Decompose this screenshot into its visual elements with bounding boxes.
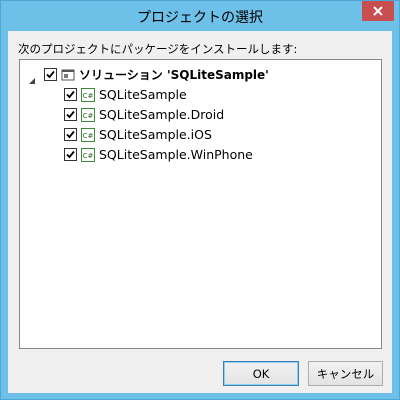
tree-item-project[interactable]: C# SQLiteSample.WinPhone (64, 144, 253, 164)
project-label: SQLiteSample (99, 86, 187, 102)
csharp-project-icon: C# (81, 87, 95, 102)
project-checkbox[interactable] (64, 107, 77, 121)
dialog-title: プロジェクトの選択 (137, 10, 263, 26)
tree-item-project[interactable]: C# SQLiteSample (64, 84, 187, 104)
checkmark-icon (66, 150, 75, 158)
close-icon (373, 6, 383, 16)
ok-button[interactable]: OK (223, 361, 299, 386)
solution-label: ソリューション 'SQLiteSample' (79, 67, 269, 82)
cancel-button[interactable]: キャンセル (308, 361, 383, 386)
project-label: SQLiteSample.WinPhone (99, 146, 253, 162)
csharp-project-icon: C# (81, 107, 95, 122)
dialog-window: プロジェクトの選択 次のプロジェクトにパッケージをインストールします: ソリュー… (0, 0, 400, 400)
csharp-project-icon: C# (81, 147, 95, 162)
project-tree[interactable]: ソリューション 'SQLiteSample' C# SQLiteSample C… (19, 59, 382, 349)
tree-item-project[interactable]: C# SQLiteSample.Droid (64, 104, 224, 124)
tree-item-project[interactable]: C# SQLiteSample.iOS (64, 124, 212, 144)
project-label: SQLiteSample.iOS (99, 126, 212, 142)
csharp-project-icon: C# (81, 127, 95, 142)
checkmark-icon (66, 90, 75, 98)
svg-text:C#: C# (83, 132, 94, 140)
dialog-body: 次のプロジェクトにパッケージをインストールします: ソリューション 'SQLit… (8, 31, 392, 393)
checkmark-icon (46, 70, 55, 78)
tree-item-solution[interactable]: ソリューション 'SQLiteSample' (28, 64, 269, 84)
expand-arrow-icon[interactable] (28, 70, 36, 84)
title-bar[interactable]: プロジェクトの選択 (1, 1, 399, 31)
project-checkbox[interactable] (64, 147, 77, 161)
project-checkbox[interactable] (64, 87, 77, 101)
project-label: SQLiteSample.Droid (99, 106, 225, 122)
svg-text:C#: C# (83, 92, 94, 100)
solution-icon (61, 67, 75, 81)
svg-text:C#: C# (83, 152, 94, 160)
project-checkbox[interactable] (64, 127, 77, 141)
checkmark-icon (66, 110, 75, 118)
checkmark-icon (66, 130, 75, 138)
close-button[interactable] (362, 1, 394, 21)
instruction-text: 次のプロジェクトにパッケージをインストールします: (18, 42, 298, 56)
solution-checkbox[interactable] (44, 67, 57, 81)
svg-text:C#: C# (83, 112, 94, 120)
